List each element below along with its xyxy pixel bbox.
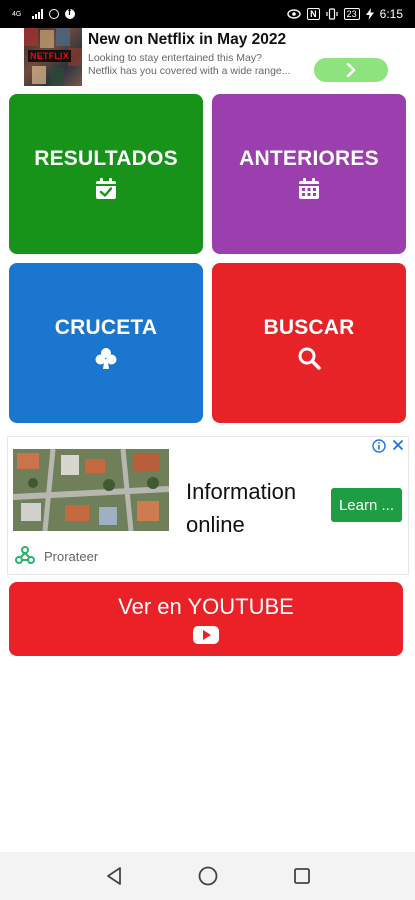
facebook-icon xyxy=(65,7,75,19)
anteriores-label: ANTERIORES xyxy=(239,147,379,170)
native-ad-headline-line-1: Information xyxy=(186,479,297,504)
network-type-label: 4G xyxy=(12,10,22,18)
eye-icon xyxy=(287,9,301,19)
club-icon xyxy=(94,346,118,370)
buscar-button[interactable]: BUSCAR xyxy=(212,263,406,423)
calendar-check-icon xyxy=(94,177,118,201)
calendar-icon xyxy=(297,177,321,201)
status-bar: 4G N 23 6:15 xyxy=(0,0,415,28)
cruceta-button[interactable]: CRUCETA xyxy=(9,263,203,423)
chevron-right-icon xyxy=(346,63,356,77)
top-banner-ad[interactable]: NETFLIX New on Netflix in May 2022 Looki… xyxy=(0,28,415,86)
native-ad-headline-line-2: online xyxy=(186,512,245,537)
native-ad[interactable]: Information online Learn ... Prorateer xyxy=(7,436,409,575)
advertiser-name: Prorateer xyxy=(44,548,99,564)
netflix-logo: NETFLIX xyxy=(28,50,71,62)
ad-description-line-1: Looking to stay entertained this May? xyxy=(88,52,262,64)
youtube-play-icon xyxy=(193,626,219,644)
advertiser-logo-icon xyxy=(15,546,35,564)
cruceta-label: CRUCETA xyxy=(54,316,158,339)
ad-thumbnail: NETFLIX xyxy=(24,28,82,86)
resultados-label: RESULTADOS xyxy=(34,147,178,170)
info-icon[interactable] xyxy=(372,439,386,458)
ad-description-line-2: Netflix has you covered with a wide rang… xyxy=(88,65,291,77)
nfc-icon: N xyxy=(307,8,320,20)
search-icon xyxy=(297,346,321,370)
ad-open-button[interactable] xyxy=(314,58,388,82)
resultados-button[interactable]: RESULTADOS xyxy=(9,94,203,254)
youtube-button-label: Ver en YOUTUBE xyxy=(118,594,294,619)
youtube-button[interactable]: Ver en YOUTUBE xyxy=(9,582,403,656)
home-circle-icon[interactable] xyxy=(196,864,220,888)
signal-icon xyxy=(32,9,43,19)
ad-aerial-image xyxy=(13,449,169,531)
native-ad-headline: Information online xyxy=(186,475,296,541)
anteriores-button[interactable]: ANTERIORES xyxy=(212,94,406,254)
clock: 6:15 xyxy=(379,7,403,21)
learn-more-button[interactable]: Learn ... xyxy=(331,488,402,522)
notification-circle-icon xyxy=(49,9,59,19)
advertiser: Prorateer xyxy=(14,545,98,567)
ad-title: New on Netflix in May 2022 xyxy=(88,31,287,48)
battery-level: 23 xyxy=(343,8,360,20)
close-icon[interactable] xyxy=(392,438,404,454)
vibrate-icon xyxy=(326,8,338,20)
recents-square-icon[interactable] xyxy=(290,864,314,888)
status-left: 4G xyxy=(12,7,75,19)
status-right: N 23 6:15 xyxy=(287,7,403,21)
back-triangle-icon[interactable] xyxy=(102,864,126,888)
buscar-label: BUSCAR xyxy=(263,316,355,339)
charging-icon xyxy=(365,8,374,20)
system-nav-bar xyxy=(0,852,415,900)
